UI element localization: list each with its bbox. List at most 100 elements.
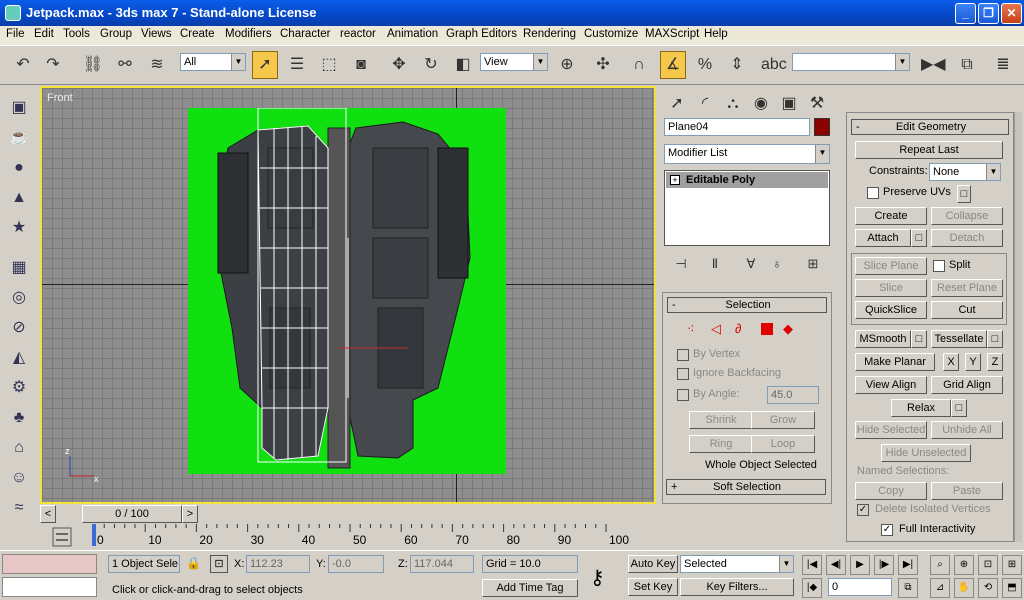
pyramid-icon[interactable]: ◭ [7,346,31,370]
object-color-swatch[interactable] [814,118,830,136]
x-coordinate[interactable]: 112.23 [246,555,310,573]
menu-group[interactable]: Group [100,28,132,40]
unlink-icon[interactable]: ⚯ [112,51,138,79]
time-slider[interactable]: < 0 / 100 > [40,505,656,523]
tessellate-button[interactable]: Tessellate [931,330,987,348]
menu-character[interactable]: Character [280,28,331,40]
select-and-link-icon[interactable]: ⛓ [80,51,106,79]
select-and-manipulate-icon[interactable]: ✣ [590,51,616,79]
remove-modifier-icon[interactable]: ♁ [764,250,790,278]
expand-icon[interactable]: + [670,175,680,185]
paste-button[interactable]: Paste [931,482,1003,500]
window-crossing-icon[interactable]: ◙ [348,51,374,79]
plant-icon[interactable]: ♣ [7,406,31,430]
curve-editor-icon[interactable] [52,527,72,547]
next-key-icon[interactable]: |▶ [874,555,894,575]
selection-rollout-header[interactable]: - Selection [667,297,827,313]
preserve-uvs-settings-button[interactable]: □ [957,185,971,203]
menu-animation[interactable]: Animation [387,28,438,40]
reset-plane-button[interactable]: Reset Plane [931,279,1003,297]
cone-icon[interactable]: ▲ [7,186,31,210]
make-unique-icon[interactable]: ∀ [738,250,764,278]
maximize-viewport-icon[interactable]: ⬒ [1002,578,1022,598]
star-icon[interactable]: ★ [7,216,31,240]
maxscript-listener-white[interactable] [2,577,97,597]
slice-plane-button[interactable]: Slice Plane [855,257,927,275]
time-config-icon[interactable]: ⧉ [898,578,918,598]
menu-edit[interactable]: Edit [34,28,54,40]
configure-modifier-sets-icon[interactable]: ⊞ [800,250,826,278]
play-icon[interactable]: ▶ [850,555,870,575]
field-of-view-icon[interactable]: ⊿ [930,578,950,598]
menu-rendering[interactable]: Rendering [523,28,576,40]
grow-button[interactable]: Grow [751,411,815,429]
menu-file[interactable]: File [6,28,25,40]
make-planar-button[interactable]: Make Planar [855,353,935,371]
hierarchy-tab-icon[interactable]: ⛬ [720,90,746,118]
menu-views[interactable]: Views [141,28,171,40]
menu-help[interactable]: Help [704,28,728,40]
viewport-label[interactable]: Front [47,92,73,104]
y-coordinate[interactable]: -0.0 [328,555,384,573]
time-slider-thumb[interactable]: 0 / 100 [82,505,182,523]
view-align-button[interactable]: View Align [855,376,927,394]
quickslice-button[interactable]: QuickSlice [855,301,927,319]
zoom-extents-all-icon[interactable]: ⊞ [1002,555,1022,575]
create-tab-icon[interactable]: ➚ [664,90,690,118]
attach-button[interactable]: Attach [855,229,911,247]
lock-icon[interactable]: 🔒 [186,556,201,570]
goto-end-icon[interactable]: ▶| [898,555,918,575]
green-plane-object[interactable] [188,107,506,474]
add-time-tag-button[interactable]: Add Time Tag [482,579,578,597]
sphere-icon[interactable]: ● [7,156,31,180]
element-mode-icon[interactable]: ◆ [783,321,793,337]
object-name-field[interactable]: Plane04 [664,118,810,136]
checker-icon[interactable]: ▦ [7,256,31,280]
snaps-toggle-icon[interactable]: ∩ [626,51,652,79]
by-angle-checkbox[interactable] [677,389,689,401]
copy-button[interactable]: Copy [855,482,927,500]
reference-coordinate-dropdown[interactable]: View ▼ [480,53,548,71]
slice-button[interactable]: Slice [855,279,927,297]
attach-settings-button[interactable]: □ [911,229,927,247]
tube-icon[interactable]: ◎ [7,286,31,310]
cut-button[interactable]: Cut [931,301,1003,319]
angle-spinner[interactable]: 45.0 [767,386,819,404]
split-checkbox[interactable] [933,260,945,272]
track-bar[interactable]: 0 10 20 30 40 50 60 70 80 90 100 [40,524,656,550]
auto-key-button[interactable]: Auto Key [628,555,678,573]
delete-isolated-checkbox[interactable]: ✓ [857,504,869,516]
show-end-result-icon[interactable]: Ⅱ [702,250,728,278]
menu-graph-editors[interactable]: Graph Editors [446,28,517,40]
select-by-name-icon[interactable]: ☰ [284,51,310,79]
utilities-tab-icon[interactable]: ⚒ [804,90,830,118]
layer-manager-icon[interactable]: ≣ [990,51,1016,79]
tessellate-settings-button[interactable]: □ [987,330,1003,348]
planar-y-button[interactable]: Y [965,353,981,371]
soft-selection-rollout[interactable]: + Soft Selection [666,479,826,495]
helper-icon[interactable]: ⌂ [7,436,31,460]
menu-tools[interactable]: Tools [63,28,90,40]
display-tab-icon[interactable]: ▣ [776,90,802,118]
pan-icon[interactable]: ✋ [954,578,974,598]
vertex-mode-icon[interactable]: ⁖ [687,321,695,337]
named-selection-dropdown[interactable]: ▼ [792,53,910,71]
close-button[interactable]: ✕ [1001,3,1022,24]
planar-z-button[interactable]: Z [987,353,1003,371]
zoom-icon[interactable]: ⌕ [930,555,950,575]
key-mode-toggle-icon[interactable]: |◆ [802,578,822,598]
next-frame-button[interactable]: > [182,505,198,523]
maxscript-listener-pink[interactable] [2,554,97,574]
cylinder-icon[interactable]: ⊘ [7,316,31,340]
angle-snap-icon[interactable]: ∡ [660,51,686,79]
edge-mode-icon[interactable]: ◁ [711,321,721,337]
zoom-extents-icon[interactable]: ⊡ [978,555,998,575]
mirror-icon[interactable]: ▶◀ [920,51,946,79]
msmooth-settings-button[interactable]: □ [911,330,927,348]
stack-item-editable-poly[interactable]: Editable Poly [666,172,828,188]
border-mode-icon[interactable]: ∂ [735,321,741,336]
menu-create[interactable]: Create [180,28,215,40]
menu-reactor[interactable]: reactor [340,28,376,40]
z-coordinate[interactable]: 117.044 [410,555,474,573]
maximize-button[interactable]: ❐ [978,3,999,24]
